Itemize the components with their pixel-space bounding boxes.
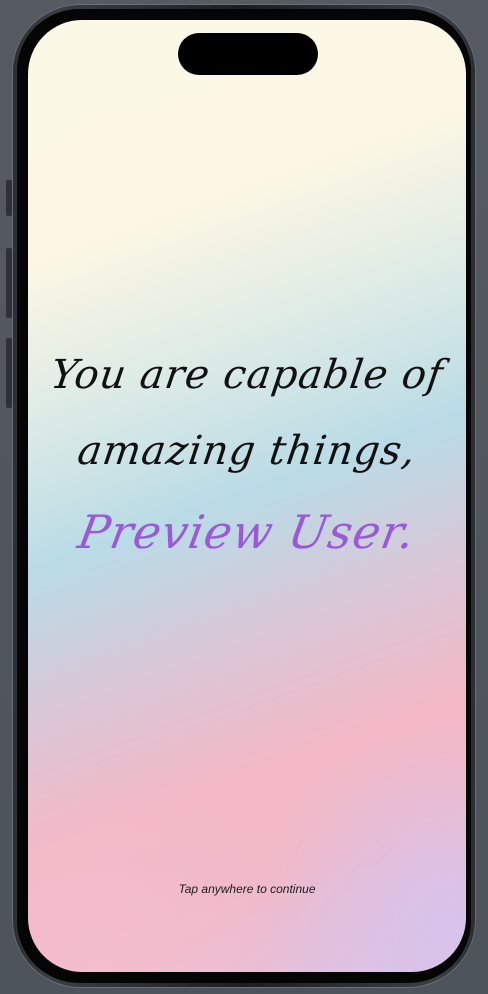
quote-line-2: amazing things,	[74, 428, 420, 474]
dynamic-island	[178, 33, 318, 75]
tap-to-continue-hint: Tap anywhere to continue	[178, 882, 316, 896]
quote-line-1: You are capable of	[47, 352, 447, 398]
user-name: Preview User.	[74, 505, 420, 559]
motivational-quote: You are capable of amazing things, Previ…	[28, 352, 466, 559]
app-screen[interactable]: You are capable of amazing things, Previ…	[28, 20, 466, 972]
